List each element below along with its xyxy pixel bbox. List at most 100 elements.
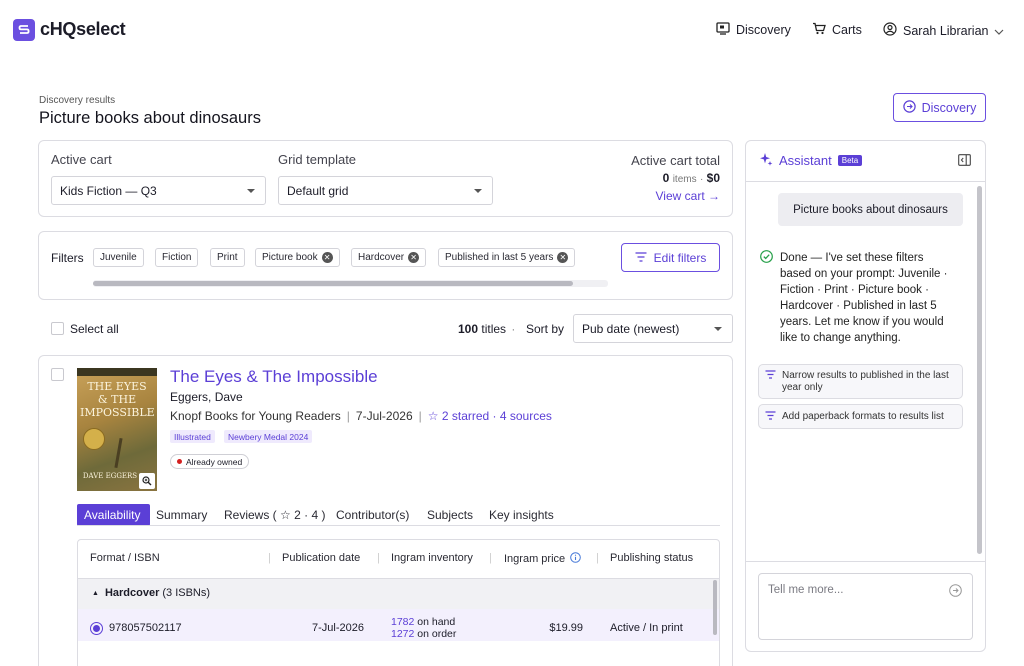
isbn-value: 978057502117 <box>109 622 182 634</box>
tab-availability[interactable]: Availability <box>84 508 140 522</box>
on-order-count[interactable]: 1272 <box>391 628 414 640</box>
beta-badge: Beta <box>837 155 863 166</box>
filter-chip[interactable]: Juvenile <box>93 248 144 267</box>
grid-template-label: Grid template <box>278 152 357 167</box>
remove-filter-icon[interactable]: ✕ <box>408 252 420 263</box>
nav-discovery[interactable]: Discovery <box>716 22 791 38</box>
filter-chip[interactable]: Hardcover ✕ <box>351 248 427 267</box>
suggestion-chip[interactable]: Narrow results to published in the last … <box>758 364 963 399</box>
radio-dot <box>93 625 100 632</box>
select-all-checkbox[interactable] <box>51 322 64 335</box>
reply-line: based on your prompt: Juvenile · <box>780 268 948 280</box>
filters-scrollbar[interactable] <box>93 280 608 287</box>
separator-pipe: | <box>418 409 422 423</box>
suggestion-chip[interactable]: Add paperback formats to results list <box>758 404 963 429</box>
book-cover[interactable]: THE EYES & THE IMPOSSIBLE DAVE EGGERS <box>77 368 157 491</box>
row-pub-date: 7-Jul-2026 <box>312 622 364 634</box>
cover-title: THE EYES & THE IMPOSSIBLE <box>80 380 155 419</box>
cart-item-count: 0 <box>662 171 670 185</box>
cover-title-line: IMPOSSIBLE <box>80 406 155 419</box>
grid-template-select[interactable]: Default grid <box>278 176 493 205</box>
assistant-input[interactable]: Tell me more... <box>758 573 973 640</box>
column-header[interactable]: Format / ISBN <box>90 552 160 564</box>
column-header-label: Ingram price <box>504 553 566 565</box>
assistant-scrollbar[interactable] <box>977 186 982 554</box>
user-menu[interactable]: Sarah Librarian <box>883 22 1004 39</box>
filter-lines-icon <box>765 410 776 423</box>
send-icon[interactable] <box>949 584 962 600</box>
filter-chip[interactable]: Fiction <box>155 248 199 267</box>
zoom-icon[interactable] <box>139 473 155 489</box>
sort-label: Sort by <box>526 322 565 336</box>
book-author[interactable]: Eggers, Dave <box>170 390 243 404</box>
column-divider: | <box>377 552 380 564</box>
view-cart-link[interactable]: View cart → <box>600 189 720 203</box>
isbn-radio[interactable] <box>90 622 103 635</box>
results-count-number: 100 <box>458 322 479 336</box>
column-header-price[interactable]: Ingram price <box>504 552 581 566</box>
on-order-label: on order <box>417 628 457 640</box>
remove-filter-icon[interactable]: ✕ <box>557 252 569 263</box>
on-hand-count[interactable]: 1782 <box>391 616 414 628</box>
cart-icon <box>812 22 826 38</box>
sort-select[interactable]: Pub date (newest) <box>573 314 733 343</box>
app-name[interactable]: cHQselect <box>40 19 126 40</box>
breadcrumb[interactable]: Discovery results <box>39 95 115 106</box>
reply-line: years. Let me know if you would <box>780 316 944 328</box>
edit-filters-button[interactable]: Edit filters <box>621 243 720 272</box>
tag-badge: Illustrated <box>170 430 215 443</box>
separator-pipe: | <box>346 409 350 423</box>
column-divider: | <box>596 552 599 564</box>
reply-line: Done — I've set these filters <box>780 252 924 264</box>
filters-label: Filters <box>51 251 84 265</box>
column-divider: | <box>489 552 492 564</box>
active-cart-select[interactable]: Kids Fiction — Q3 <box>51 176 266 205</box>
tag-badge: Newbery Medal 2024 <box>224 430 313 443</box>
cover-band <box>77 368 157 376</box>
remove-filter-icon[interactable]: ✕ <box>321 252 333 263</box>
caret-down-icon <box>474 188 482 193</box>
edit-filters-label: Edit filters <box>653 250 707 265</box>
tab-subjects[interactable]: Subjects <box>427 508 473 522</box>
filter-chip-label: Fiction <box>162 252 192 263</box>
book-pub-date: 7-Jul-2026 <box>355 409 413 423</box>
filter-chip[interactable]: Picture book ✕ <box>255 248 340 267</box>
triangle-up-icon: ▲ <box>92 589 99 597</box>
chevron-down-icon <box>994 24 1004 38</box>
group-row-hardcover[interactable]: ▲ Hardcover (3 ISBNs) <box>92 587 210 599</box>
starred-reviews-link[interactable]: ☆ 2 starred · 4 sources <box>428 409 552 423</box>
filter-chip-label: Juvenile <box>100 252 137 263</box>
info-icon[interactable] <box>570 552 581 566</box>
scrollbar-thumb[interactable] <box>977 186 982 554</box>
tabs-divider <box>77 525 720 526</box>
column-divider: | <box>268 552 271 564</box>
discovery-button[interactable]: Discovery <box>893 93 986 122</box>
tab-summary[interactable]: Summary <box>156 508 207 522</box>
cart-total-amount: $0 <box>706 171 720 185</box>
assistant-reply: Done — I've set these filters based on y… <box>780 250 965 346</box>
filter-chip[interactable]: Published in last 5 years ✕ <box>438 248 576 267</box>
results-count-word: titles <box>481 322 507 336</box>
collapse-panel-icon[interactable] <box>958 154 971 169</box>
grid-template-value: Default grid <box>287 183 349 198</box>
column-header[interactable]: Publication date <box>282 552 360 564</box>
assistant-input-divider <box>746 561 985 562</box>
medal-seal-icon <box>83 428 105 450</box>
column-header[interactable]: Publishing status <box>610 552 693 564</box>
tab-reviews[interactable]: Reviews ( ☆ 2 · 4 ) <box>224 508 325 522</box>
tab-contributors[interactable]: Contributor(s) <box>336 508 409 522</box>
book-checkbox[interactable] <box>51 368 64 381</box>
nav-carts[interactable]: Carts <box>812 22 862 38</box>
cart-total-label: Active cart total <box>631 153 720 168</box>
filter-chip-label: Print <box>217 252 238 263</box>
page-title: Picture books about dinosaurs <box>39 109 261 127</box>
tab-key-insights[interactable]: Key insights <box>489 508 554 522</box>
star-icon: ☆ <box>427 409 439 423</box>
filter-chip[interactable]: Print <box>210 248 245 267</box>
scrollbar-thumb[interactable] <box>93 281 573 286</box>
column-header[interactable]: Ingram inventory <box>391 552 473 564</box>
book-title-link[interactable]: The Eyes & The Impossible <box>170 367 378 387</box>
app-logo-icon <box>13 19 35 41</box>
table-scrollbar[interactable] <box>713 580 717 635</box>
cart-total: 0 items · $0 <box>600 171 720 185</box>
